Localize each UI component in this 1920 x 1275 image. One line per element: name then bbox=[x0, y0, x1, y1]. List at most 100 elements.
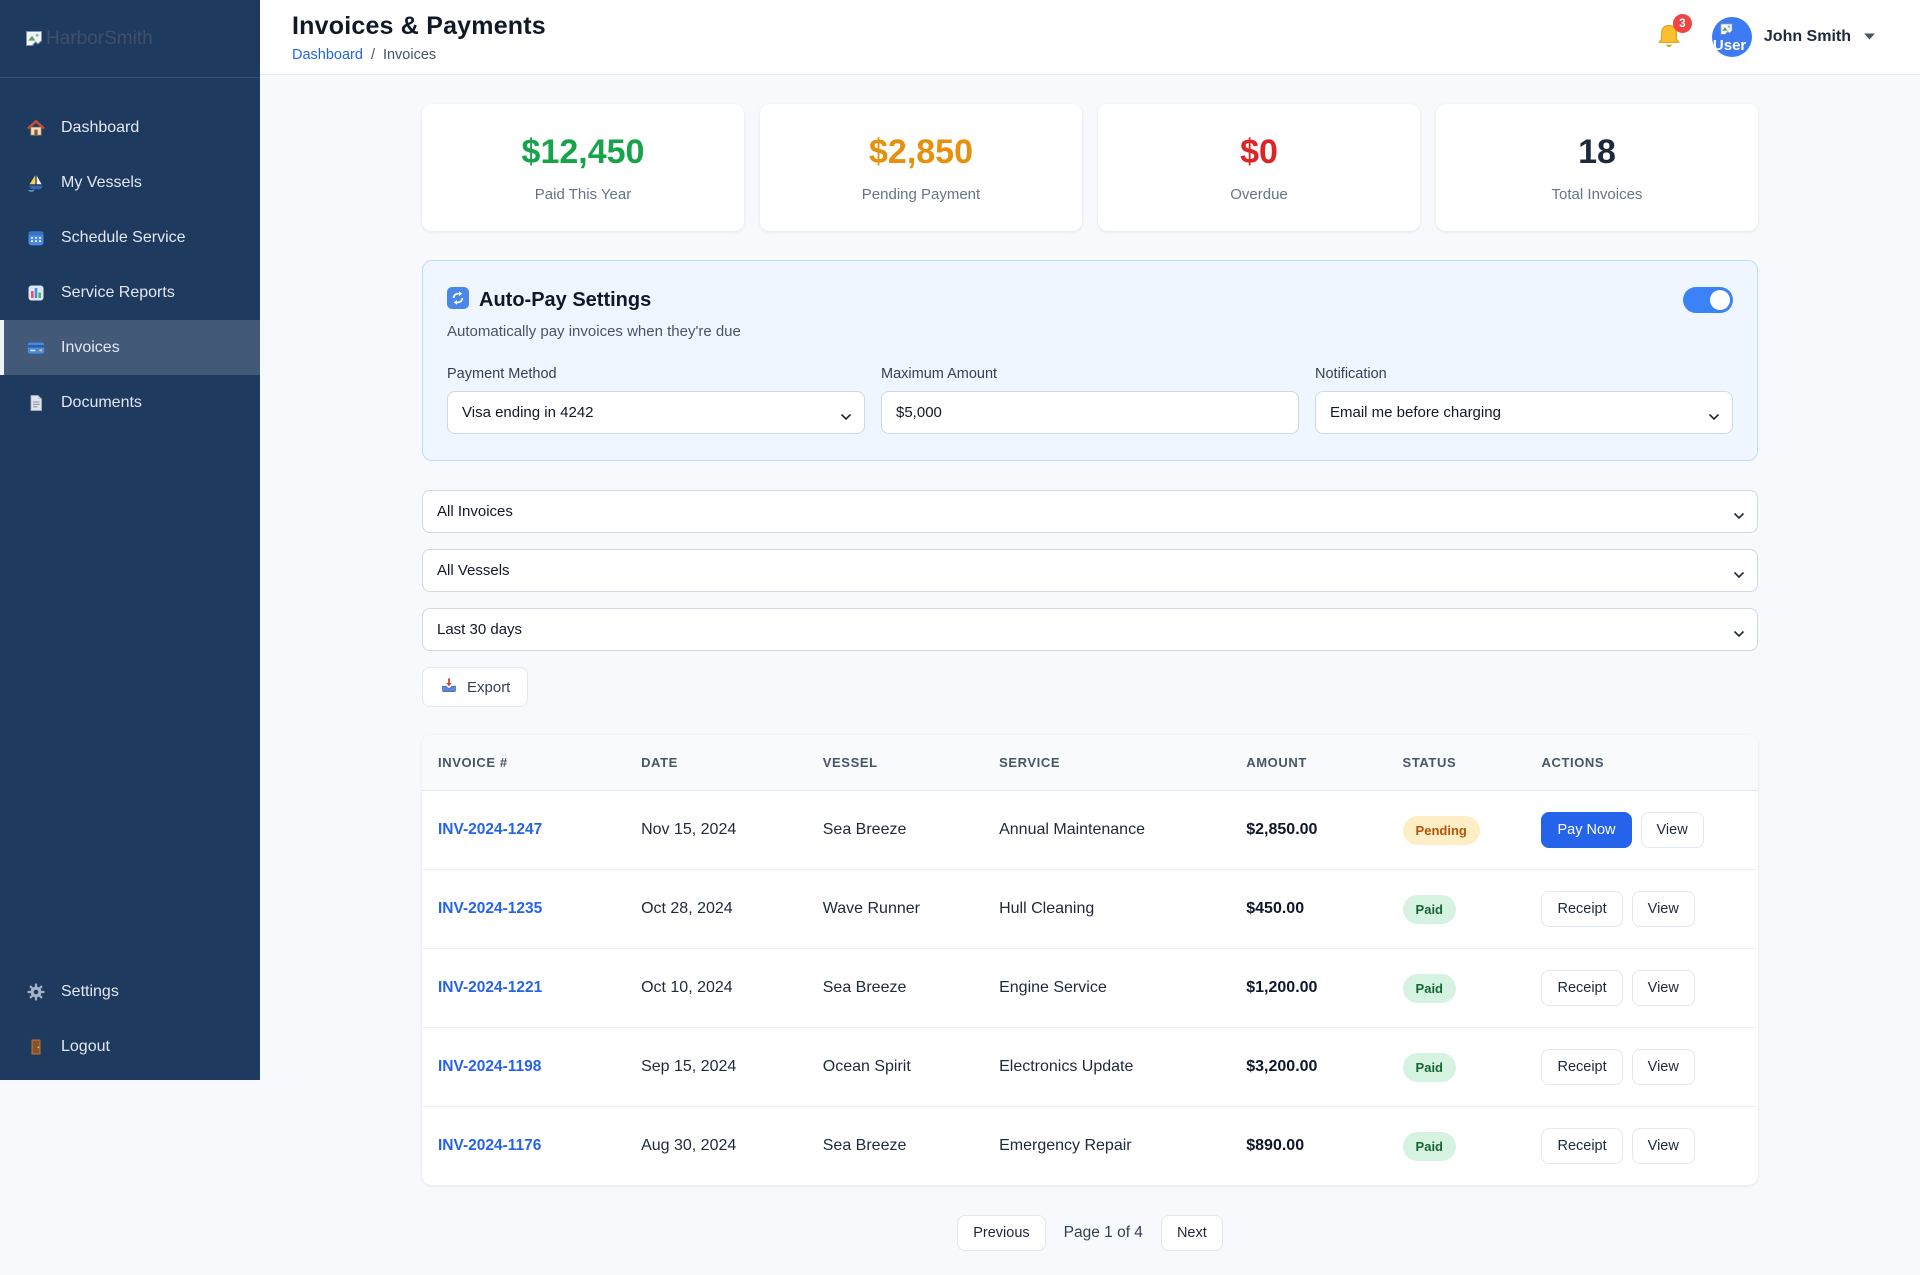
view-button[interactable]: View bbox=[1631, 970, 1695, 1006]
sidebar-item-my-vessels[interactable]: My Vessels bbox=[0, 155, 260, 210]
stats-cards: $12,450 Paid This Year $2,850 Pending Pa… bbox=[422, 104, 1758, 231]
status-badge: Paid bbox=[1402, 973, 1457, 1003]
autopay-subtitle: Automatically pay invoices when they're … bbox=[447, 323, 741, 340]
receipt-button[interactable]: Receipt bbox=[1541, 1128, 1623, 1164]
sidebar-item-label: Schedule Service bbox=[61, 228, 186, 246]
invoice-service: Engine Service bbox=[983, 948, 1231, 1028]
table-row: INV-2024-1176 Aug 30, 2024 Sea Breeze Em… bbox=[422, 1107, 1758, 1186]
maximum-amount-input[interactable] bbox=[881, 391, 1299, 434]
export-button[interactable]: Export bbox=[422, 667, 529, 707]
invoice-vessel: Wave Runner bbox=[806, 869, 984, 949]
sidebar-item-invoices[interactable]: Invoices bbox=[0, 320, 260, 375]
sidebar-item-label: Documents bbox=[61, 393, 142, 411]
breadcrumb-dashboard-link[interactable]: Dashboard bbox=[292, 47, 363, 63]
invoices-table: Invoice # Date Vessel Service Amount Sta… bbox=[422, 735, 1758, 1185]
bell-icon bbox=[1654, 24, 1684, 57]
sidebar: HarborSmith Dashboard My Vessels Schedul… bbox=[0, 0, 260, 1080]
brand-logo: HarborSmith bbox=[0, 0, 260, 78]
stat-value: $0 bbox=[1240, 132, 1278, 171]
stat-label: Paid This Year bbox=[534, 185, 632, 203]
sidebar-item-schedule-service[interactable]: Schedule Service bbox=[0, 210, 260, 265]
invoice-link[interactable]: INV-2024-1235 bbox=[438, 900, 542, 917]
stat-value: $12,450 bbox=[521, 132, 645, 171]
table-row: INV-2024-1247 Nov 15, 2024 Sea Breeze An… bbox=[422, 790, 1758, 870]
invoice-link[interactable]: INV-2024-1176 bbox=[438, 1137, 541, 1154]
autopay-toggle[interactable] bbox=[1683, 287, 1733, 313]
user-menu[interactable]: User John Smith bbox=[1711, 17, 1876, 57]
stat-value: 18 bbox=[1578, 132, 1616, 171]
invoice-amount: $2,850.00 bbox=[1230, 790, 1387, 870]
column-header-vessel: Vessel bbox=[806, 735, 984, 791]
pay-now-button[interactable]: Pay Now bbox=[1541, 812, 1632, 848]
payment-method-label: Payment Method bbox=[447, 366, 557, 382]
auto-pay-refresh-icon bbox=[447, 287, 469, 314]
column-header-date: Date bbox=[625, 735, 807, 791]
view-button[interactable]: View bbox=[1640, 812, 1704, 848]
invoice-date: Aug 30, 2024 bbox=[641, 1137, 737, 1154]
door-icon bbox=[26, 1037, 46, 1057]
invoice-link[interactable]: INV-2024-1221 bbox=[438, 979, 542, 996]
invoice-service: Hull Cleaning bbox=[983, 869, 1231, 949]
breadcrumb-current: Invoices bbox=[382, 46, 437, 63]
status-badge: Paid bbox=[1402, 894, 1457, 924]
sidebar-item-service-reports[interactable]: Service Reports bbox=[0, 265, 260, 320]
autopay-title: Auto-Pay Settings bbox=[479, 289, 652, 311]
invoice-link[interactable]: INV-2024-1247 bbox=[438, 821, 542, 838]
chevron-down-icon bbox=[1863, 28, 1876, 46]
invoice-link[interactable]: INV-2024-1198 bbox=[438, 1058, 541, 1075]
maximum-amount-label: Maximum Amount bbox=[881, 366, 998, 382]
status-badge: Paid bbox=[1402, 1131, 1457, 1161]
previous-page-button[interactable]: Previous bbox=[957, 1215, 1046, 1251]
invoice-amount: $3,200.00 bbox=[1230, 1027, 1387, 1107]
invoice-date: Sep 15, 2024 bbox=[625, 1027, 807, 1107]
sidebar-item-documents[interactable]: Documents bbox=[0, 375, 260, 430]
column-header-service: Service bbox=[983, 735, 1231, 791]
next-page-button[interactable]: Next bbox=[1160, 1215, 1223, 1251]
broken-image-icon bbox=[24, 29, 44, 49]
avatar: User bbox=[1711, 17, 1752, 57]
sidebar-item-label: My Vessels bbox=[61, 173, 142, 191]
vessel-select[interactable]: All Vessels bbox=[422, 549, 1758, 592]
sidebar-nav: Dashboard My Vessels Schedule Service Se… bbox=[0, 78, 260, 430]
sidebar-item-label: Settings bbox=[61, 982, 119, 1000]
sidebar-item-label: Service Reports bbox=[61, 283, 175, 301]
invoice-date: Oct 28, 2024 bbox=[625, 869, 807, 949]
breadcrumb-separator: / bbox=[370, 46, 375, 63]
receipt-button[interactable]: Receipt bbox=[1541, 891, 1623, 927]
column-header-amount: Amount bbox=[1230, 735, 1387, 791]
page-title: Invoices & Payments bbox=[292, 11, 546, 40]
sidebar-item-settings[interactable]: Settings bbox=[0, 964, 260, 1019]
view-button[interactable]: View bbox=[1631, 891, 1695, 927]
notifications-button[interactable]: 3 bbox=[1654, 14, 1692, 53]
invoice-status-select[interactable]: All Invoices bbox=[422, 490, 1758, 533]
column-header-invoice: Invoice # bbox=[422, 735, 626, 791]
receipt-button[interactable]: Receipt bbox=[1541, 970, 1623, 1006]
table-header-row: Invoice # Date Vessel Service Amount Sta… bbox=[422, 735, 1758, 791]
sidebar-item-logout[interactable]: Logout bbox=[0, 1019, 260, 1074]
stat-label: Total Invoices bbox=[1551, 185, 1643, 203]
table-row: INV-2024-1221 Oct 10, 2024 Sea Breeze En… bbox=[422, 948, 1758, 1028]
autopay-settings-panel: Auto-Pay Settings Automatically pay invo… bbox=[422, 260, 1758, 461]
invoice-vessel: Sea Breeze bbox=[822, 1137, 907, 1154]
date-range-select[interactable]: Last 30 days bbox=[422, 608, 1758, 651]
sidebar-item-label: Dashboard bbox=[61, 118, 140, 136]
column-header-status: Status bbox=[1386, 735, 1526, 791]
export-label: Export bbox=[467, 678, 511, 696]
receipt-button[interactable]: Receipt bbox=[1541, 1049, 1623, 1085]
invoice-vessel: Sea Breeze bbox=[806, 790, 984, 870]
view-button[interactable]: View bbox=[1631, 1049, 1695, 1085]
payment-method-select[interactable]: Visa ending in 4242 bbox=[447, 391, 865, 434]
invoice-status-filter: All Invoices bbox=[422, 490, 1758, 533]
status-badge: Paid bbox=[1402, 1052, 1457, 1082]
brand-name: HarborSmith bbox=[46, 27, 153, 49]
page-info: Page 1 of 4 bbox=[1063, 1224, 1143, 1241]
view-button[interactable]: View bbox=[1631, 1128, 1695, 1164]
vessel-filter: All Vessels bbox=[422, 549, 1758, 592]
pagination: Previous Page 1 of 4 Next bbox=[422, 1215, 1758, 1275]
invoice-service: Electronics Update bbox=[983, 1027, 1231, 1107]
invoice-date: Nov 15, 2024 bbox=[625, 790, 807, 870]
date-range-filter: Last 30 days bbox=[422, 608, 1758, 651]
sidebar-item-dashboard[interactable]: Dashboard bbox=[0, 100, 260, 155]
invoice-amount: $450.00 bbox=[1230, 869, 1387, 949]
notification-select[interactable]: Email me before charging bbox=[1315, 391, 1733, 434]
